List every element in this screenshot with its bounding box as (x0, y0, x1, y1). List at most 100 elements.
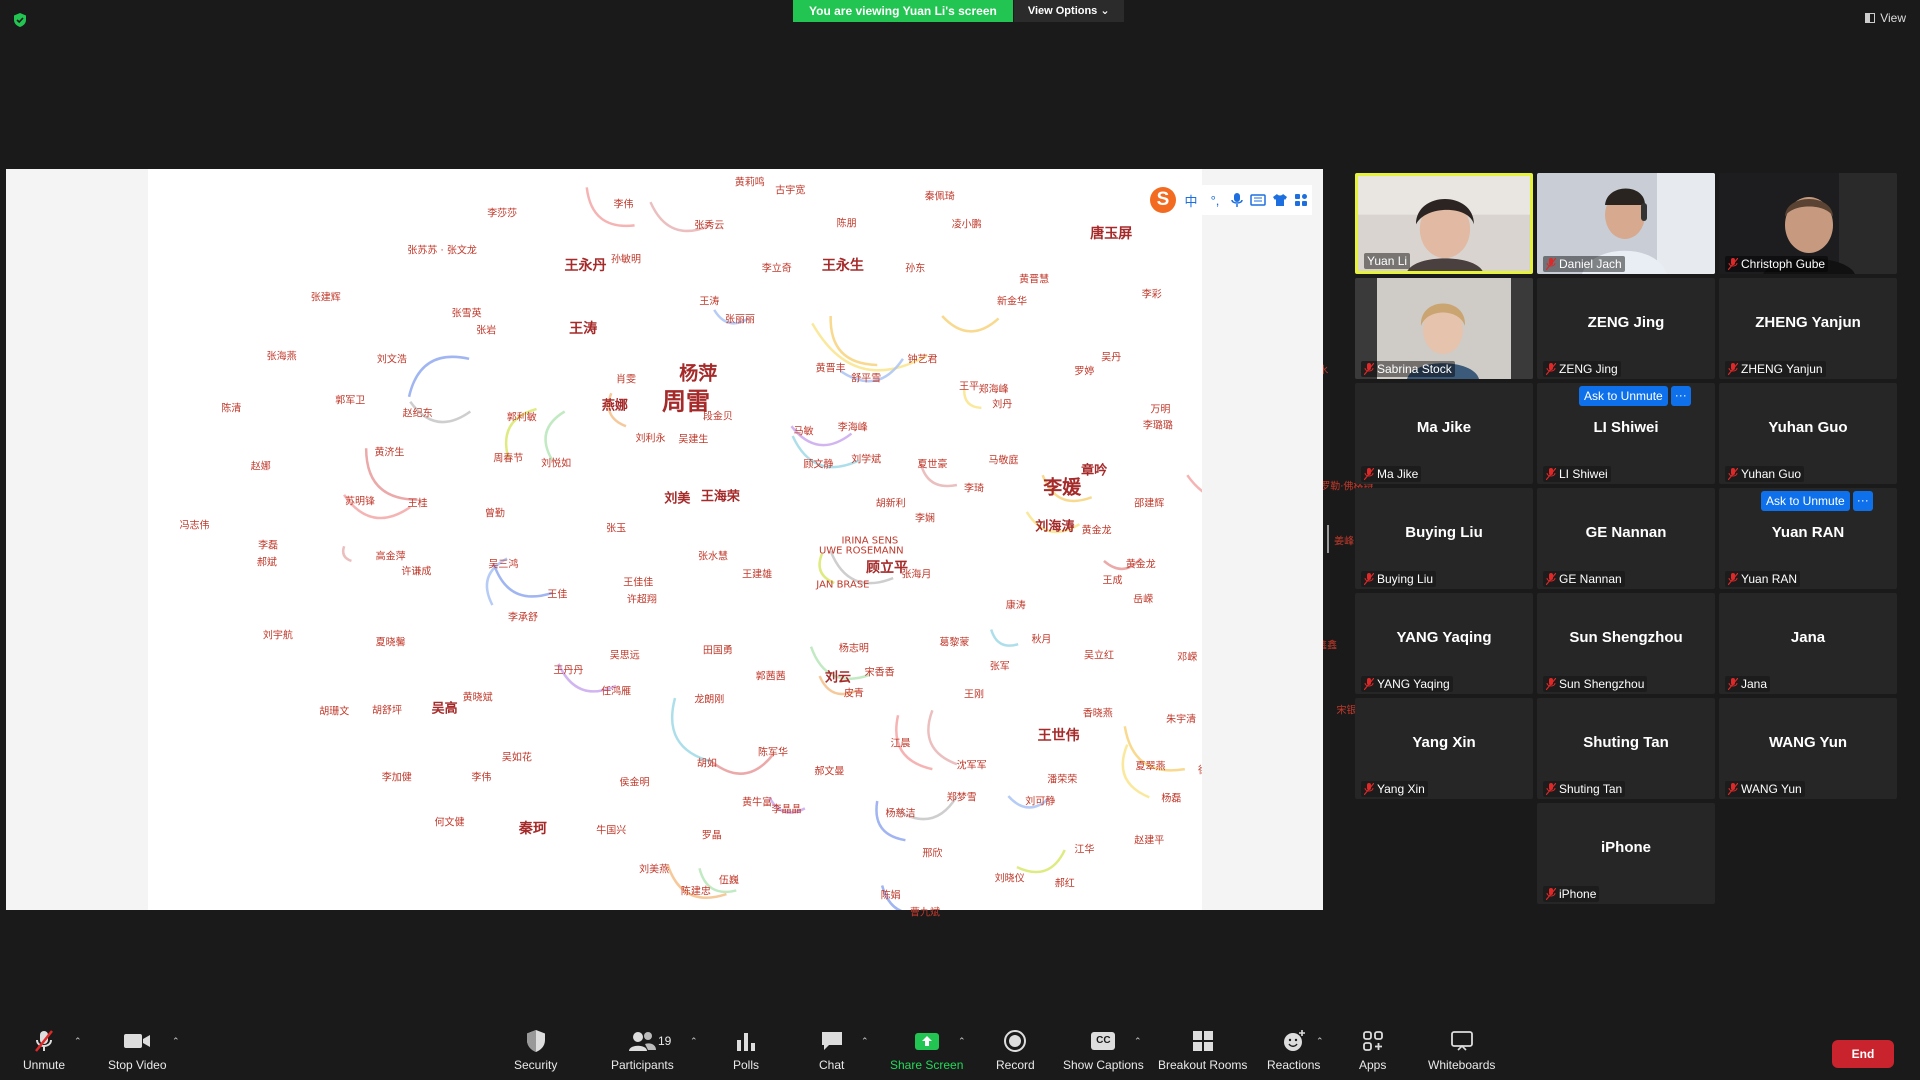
participant-tile[interactable]: Jana Jana (1719, 593, 1897, 694)
participant-name-display: GE Nannan (1585, 524, 1667, 541)
ask-to-unmute-button[interactable]: Ask to Unmute (1761, 491, 1850, 511)
network-node-label: 王永生 (821, 257, 864, 274)
chat-button[interactable]: Chat (819, 1028, 844, 1072)
zoom-meeting-window: You are viewing Yuan Li's screen View Op… (0, 0, 1920, 1080)
participant-name-display: Shuting Tan (1583, 734, 1669, 751)
network-node-label: 王成 (1102, 575, 1123, 587)
share-options-caret-icon[interactable]: ⌃ (958, 1036, 966, 1047)
participant-name-label: LI Shiwei (1543, 466, 1611, 482)
participant-name-label: YANG Yaqing (1361, 676, 1453, 692)
audio-options-caret-icon[interactable]: ⌃ (74, 1036, 82, 1047)
participants-options-caret-icon[interactable]: ⌃ (690, 1036, 698, 1047)
more-options-button[interactable]: ··· (1670, 386, 1691, 406)
participant-label-text: Yuhan Guo (1741, 467, 1802, 481)
network-node-label: 刘宇航 (262, 630, 293, 642)
network-node-label: 李立奇 (761, 263, 792, 275)
polls-button[interactable]: Polls (733, 1028, 759, 1072)
network-edge (829, 315, 878, 367)
participant-tile[interactable]: Ma Jike Ma Jike (1355, 383, 1533, 484)
network-node-label: 李加健 (381, 772, 412, 784)
encryption-shield-icon[interactable] (12, 12, 28, 28)
participant-tile[interactable]: Christoph Gube (1719, 173, 1897, 274)
microphone-icon[interactable] (1230, 192, 1244, 208)
end-meeting-button[interactable]: End (1832, 1040, 1894, 1068)
network-node-label: 高金萍 (375, 551, 406, 563)
participant-name-label: Shuting Tan (1543, 781, 1626, 797)
view-options-button[interactable]: View Options ⌄ (1013, 0, 1124, 22)
sogou-logo-icon[interactable]: S (1150, 187, 1176, 213)
security-shield-icon (526, 1030, 545, 1052)
participant-tile[interactable]: WANG Yun WANG Yun (1719, 698, 1897, 799)
chat-options-caret-icon[interactable]: ⌃ (861, 1036, 869, 1047)
participant-tile[interactable]: Yang Xin Yang Xin (1355, 698, 1533, 799)
network-node-label: 黄晋丰 (815, 363, 846, 375)
shared-screen[interactable]: 黄莉鸣 李伟 古宇宽 张秀云 李莎莎 陈朋 秦佩琦 凌小鹏 唐玉屏 张苏苏 · 张文龙 王永丹 孙敏明… (6, 169, 1373, 919)
network-node-label: 秦珂 (518, 820, 547, 837)
network-node-label: 王世伟 (1037, 727, 1080, 744)
participant-tile[interactable]: Sun Shengzhou Sun Shengzhou (1537, 593, 1715, 694)
participant-tile[interactable]: Yuhan Guo Yuhan Guo (1719, 383, 1897, 484)
network-node-label: 胡舒坪 (371, 705, 402, 717)
share-screen-button[interactable]: Share Screen (890, 1028, 963, 1072)
participant-tile[interactable]: iPhone iPhone (1537, 803, 1715, 904)
whiteboards-label: Whiteboards (1428, 1058, 1496, 1072)
network-node-label: 杨慈洁 (885, 808, 916, 820)
panel-resize-handle[interactable] (1327, 525, 1329, 553)
video-options-caret-icon[interactable]: ⌃ (172, 1036, 180, 1047)
network-node-label: 张丽丽 (724, 314, 755, 326)
unmute-button[interactable]: Unmute (23, 1028, 65, 1072)
network-node-label: 李媛 (1043, 476, 1082, 499)
chat-bubble-icon (821, 1032, 842, 1050)
security-button[interactable]: Security (514, 1028, 557, 1072)
share-screen-label: Share Screen (890, 1058, 964, 1072)
network-node-label: 周春节 (493, 453, 524, 465)
network-node-label: 苏明锋 (345, 496, 376, 508)
breakout-rooms-button[interactable]: Breakout Rooms (1158, 1028, 1247, 1072)
captions-options-caret-icon[interactable]: ⌃ (1134, 1036, 1142, 1047)
participant-tile[interactable]: Sabrina Stock (1355, 278, 1533, 379)
participant-tile[interactable]: Buying Liu Buying Liu (1355, 488, 1533, 589)
whiteboards-button[interactable]: Whiteboards (1428, 1028, 1495, 1072)
network-node-label: 赵娜 (250, 461, 271, 473)
network-node-label: 秋月 (1031, 634, 1052, 646)
participant-tile[interactable]: Yuan Li (1355, 173, 1533, 274)
view-button[interactable]: View (1865, 11, 1906, 25)
keyboard-icon[interactable] (1250, 193, 1266, 207)
participant-tile[interactable]: GE Nannan GE Nannan (1537, 488, 1715, 589)
more-options-button[interactable]: ··· (1852, 491, 1873, 511)
network-node-label: 刘云 (824, 670, 852, 686)
ask-to-unmute-button[interactable]: Ask to Unmute (1579, 386, 1668, 406)
network-node-label: 刘学斌 (851, 454, 882, 466)
apps-button[interactable]: Apps (1359, 1028, 1386, 1072)
reactions-options-caret-icon[interactable]: ⌃ (1316, 1036, 1324, 1047)
participant-name-label: Ma Jike (1361, 466, 1422, 482)
show-captions-button[interactable]: CC Show Captions (1063, 1028, 1144, 1072)
participant-label-text: LI Shiwei (1559, 467, 1608, 481)
network-node-label: 李伟 (471, 772, 492, 784)
participant-tile[interactable]: YANG Yaqing YANG Yaqing (1355, 593, 1533, 694)
network-node-label: 肖雯 (615, 374, 636, 386)
skin-shirt-icon[interactable] (1272, 193, 1288, 207)
ime-punctuation-mode[interactable]: °, (1206, 193, 1224, 208)
viewing-screen-label: You are viewing Yuan Li's screen (793, 0, 1013, 22)
muted-microphone-icon (1728, 363, 1738, 375)
ime-chinese-mode[interactable]: 中 (1182, 191, 1200, 210)
network-node-label: 夏晓馨 (375, 637, 406, 649)
participant-tile[interactable]: Shuting Tan Shuting Tan (1537, 698, 1715, 799)
participant-tile[interactable]: Daniel Jach (1537, 173, 1715, 274)
network-node-label: 黄晋慧 (1019, 274, 1050, 286)
muted-microphone-icon (1364, 363, 1374, 375)
participant-label-text: Yuan Li (1367, 254, 1408, 268)
record-button[interactable]: Record (996, 1028, 1035, 1072)
participant-tile[interactable]: ZENG Jing ZENG Jing (1537, 278, 1715, 379)
toolbox-grid-icon[interactable] (1294, 193, 1308, 207)
gallery-view-icon (1865, 13, 1876, 23)
reactions-button[interactable]: Reactions (1267, 1028, 1320, 1072)
muted-microphone-icon (1364, 678, 1374, 690)
stop-video-button[interactable]: Stop Video (108, 1028, 167, 1072)
network-edge (544, 410, 566, 462)
participant-name-display: Yang Xin (1412, 734, 1476, 751)
network-node-label: 龙朗刚 (694, 694, 725, 706)
participant-tile[interactable]: ZHENG Yanjun ZHENG Yanjun (1719, 278, 1897, 379)
ime-toolbar[interactable]: S 中 °, (1146, 185, 1312, 215)
